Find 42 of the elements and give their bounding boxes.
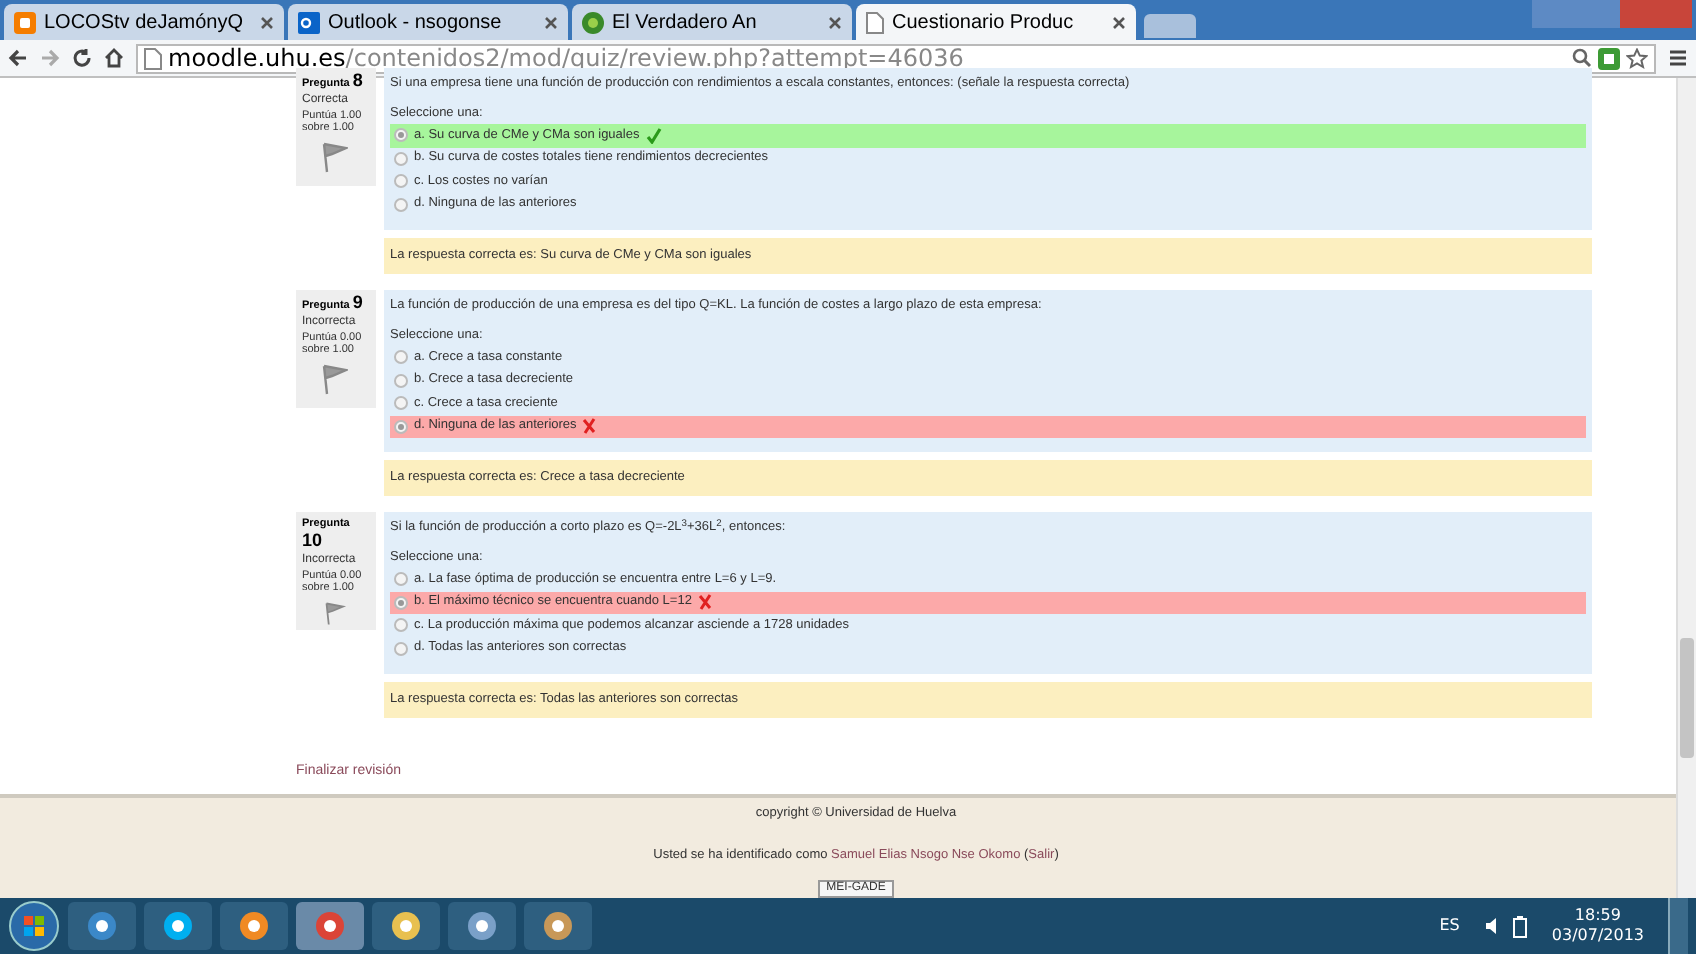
round-logo-icon <box>582 11 604 33</box>
menu-icon[interactable] <box>1668 48 1688 68</box>
page-icon <box>866 11 884 33</box>
flag-icon[interactable] <box>320 142 348 174</box>
browser-tab[interactable]: Outlook - nsogonse <box>288 4 568 40</box>
clock-time[interactable]: 18:59 <box>1574 906 1621 926</box>
start-button[interactable] <box>8 900 60 952</box>
zoom-icon[interactable] <box>1572 48 1592 68</box>
close-icon[interactable] <box>828 15 842 29</box>
taskbar-app-button[interactable] <box>68 902 136 950</box>
browser-tab[interactable]: LOCOStv deJamónyQ <box>4 4 284 40</box>
back-icon[interactable] <box>8 48 28 68</box>
taskbar-app-button[interactable] <box>220 902 288 950</box>
home-icon[interactable] <box>104 48 124 68</box>
language-indicator[interactable]: ES <box>1439 914 1460 938</box>
clock-date[interactable]: 03/07/2013 <box>1551 926 1644 946</box>
extension-icon[interactable] <box>1598 47 1620 69</box>
page-icon <box>144 47 162 69</box>
close-icon[interactable] <box>1112 15 1126 29</box>
flag-icon[interactable] <box>320 602 348 626</box>
check-icon <box>645 127 662 144</box>
taskbar-app-button[interactable] <box>448 902 516 950</box>
square-logo-icon <box>14 11 36 33</box>
battery-icon[interactable] <box>1511 915 1528 937</box>
cross-icon <box>582 418 597 435</box>
show-desktop-button[interactable] <box>1668 898 1688 954</box>
close-icon[interactable] <box>544 15 558 29</box>
forward-icon[interactable] <box>40 48 60 68</box>
flag-icon[interactable] <box>320 364 348 396</box>
star-icon[interactable] <box>1626 47 1648 69</box>
taskbar-app-button[interactable] <box>524 902 592 950</box>
close-icon[interactable] <box>260 15 274 29</box>
taskbar-app-button[interactable] <box>144 902 212 950</box>
mail-logo-icon <box>298 11 320 33</box>
browser-tab[interactable]: Cuestionario Produc <box>856 4 1136 40</box>
cross-icon <box>697 594 712 611</box>
taskbar-app-button[interactable] <box>372 902 440 950</box>
reload-icon[interactable] <box>72 48 92 68</box>
browser-tab[interactable]: El Verdadero An <box>572 4 852 40</box>
taskbar-app-button[interactable] <box>296 902 364 950</box>
url-text: moodle.uhu.es/contenidos2/mod/quiz/review.php?attempt=46036 <box>168 42 964 73</box>
scrollbar-thumb[interactable] <box>1680 638 1694 758</box>
